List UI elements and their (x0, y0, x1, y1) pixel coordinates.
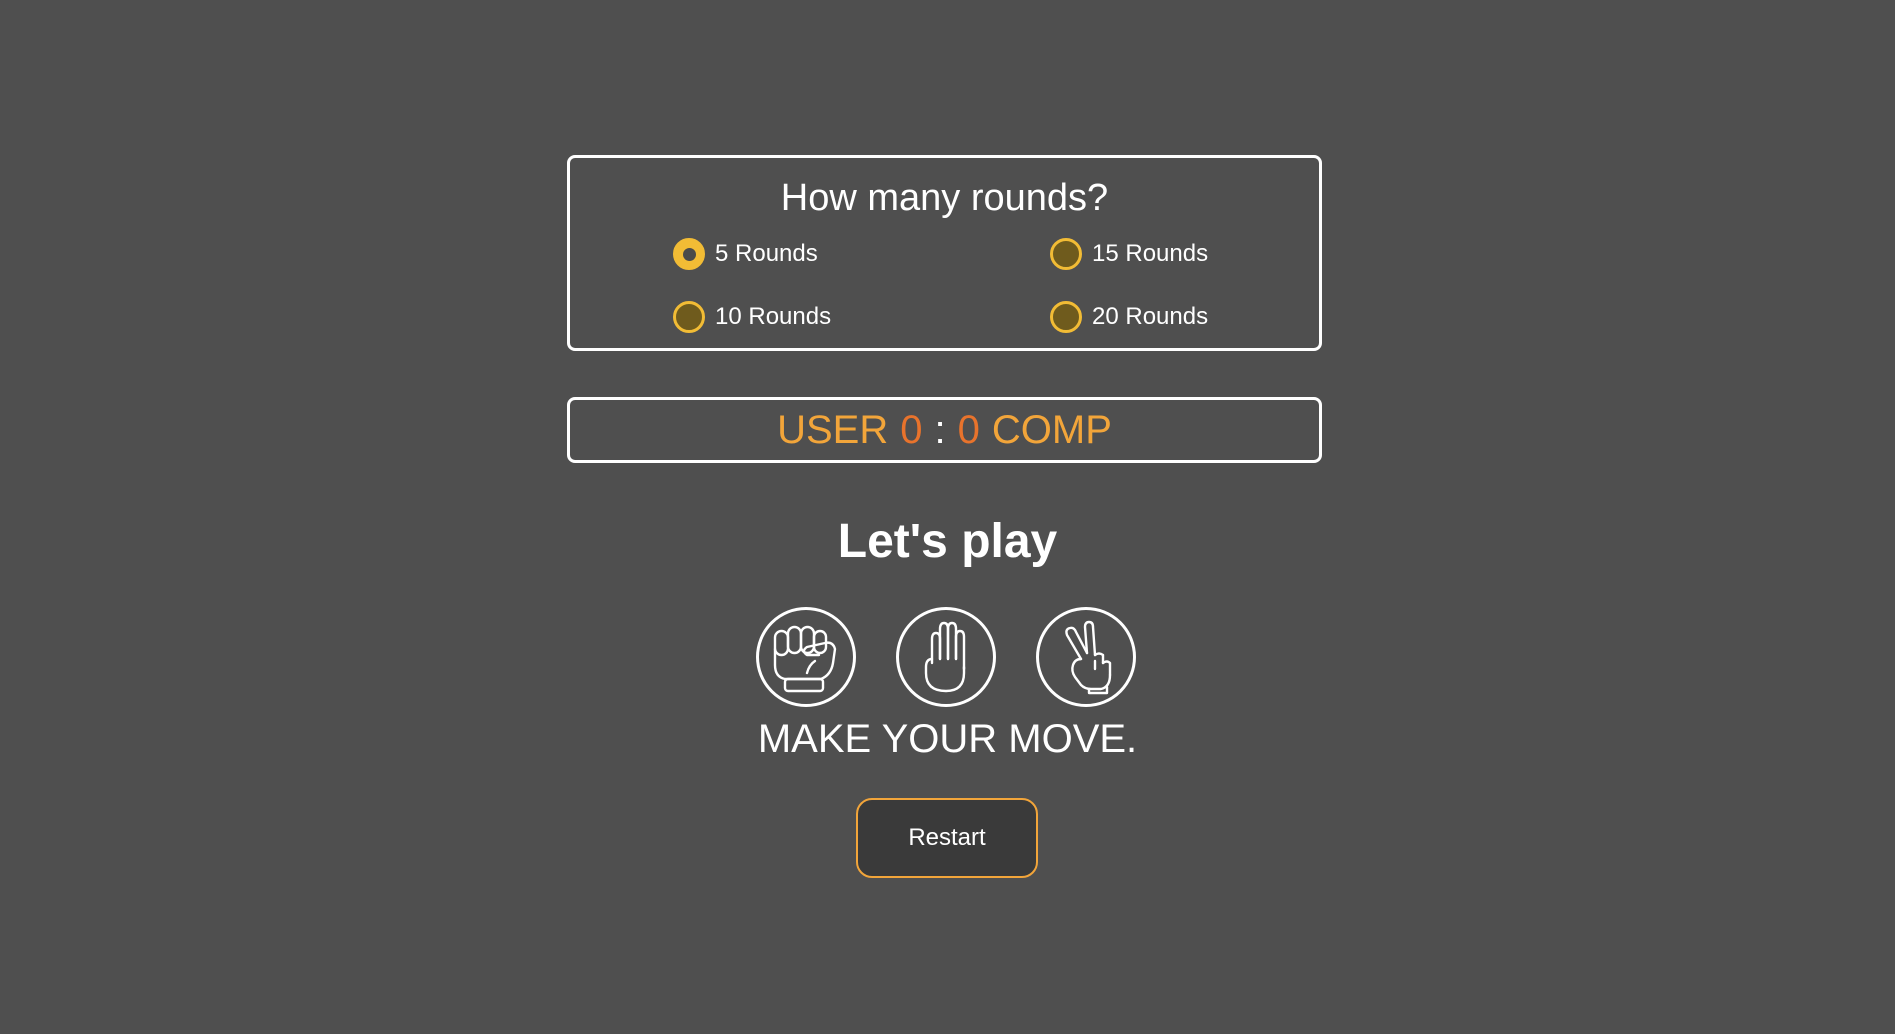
comp-score: 0 (957, 407, 980, 452)
user-score: 0 (900, 407, 923, 452)
comp-label: COMP (991, 407, 1112, 452)
radio-label-20-rounds: 20 Rounds (1092, 303, 1209, 330)
radio-label-15-rounds: 15 Rounds (1092, 240, 1209, 267)
score-separator: : (934, 407, 946, 452)
radio-option-10-rounds[interactable]: 10 Rounds (673, 301, 831, 333)
open-hand-icon (924, 621, 966, 693)
scissors-button[interactable] (1036, 607, 1136, 707)
peace-hand-icon (1065, 620, 1112, 695)
fist-icon (773, 625, 837, 693)
radio-option-20-rounds[interactable]: 20 Rounds (1050, 301, 1208, 333)
rounds-title: How many rounds? (780, 177, 1109, 219)
user-label: USER (777, 407, 889, 452)
radio-label-5-rounds: 5 Rounds (715, 240, 818, 267)
restart-button[interactable]: Restart (856, 798, 1038, 878)
rock-button[interactable] (756, 607, 856, 707)
lets-play-heading: Let's play (837, 515, 1058, 568)
radio-option-15-rounds[interactable]: 15 Rounds (1050, 238, 1208, 270)
radio-button-20-rounds[interactable] (1050, 301, 1082, 333)
radio-button-10-rounds[interactable] (673, 301, 705, 333)
radio-button-15-rounds[interactable] (1050, 238, 1082, 270)
radio-option-5-rounds[interactable]: 5 Rounds (673, 238, 818, 270)
paper-button[interactable] (896, 607, 996, 707)
radio-button-5-rounds[interactable] (673, 238, 705, 270)
rounds-selector: How many rounds? 5 Rounds 15 Rounds 10 R… (567, 155, 1322, 351)
make-your-move-prompt: MAKE YOUR MOVE. (757, 717, 1138, 761)
game-page: How many rounds? 5 Rounds 15 Rounds 10 R… (0, 0, 1895, 1034)
scoreboard: USER 0 : 0 COMP (567, 397, 1322, 463)
radio-label-10-rounds: 10 Rounds (715, 303, 832, 330)
move-buttons (756, 607, 1138, 709)
